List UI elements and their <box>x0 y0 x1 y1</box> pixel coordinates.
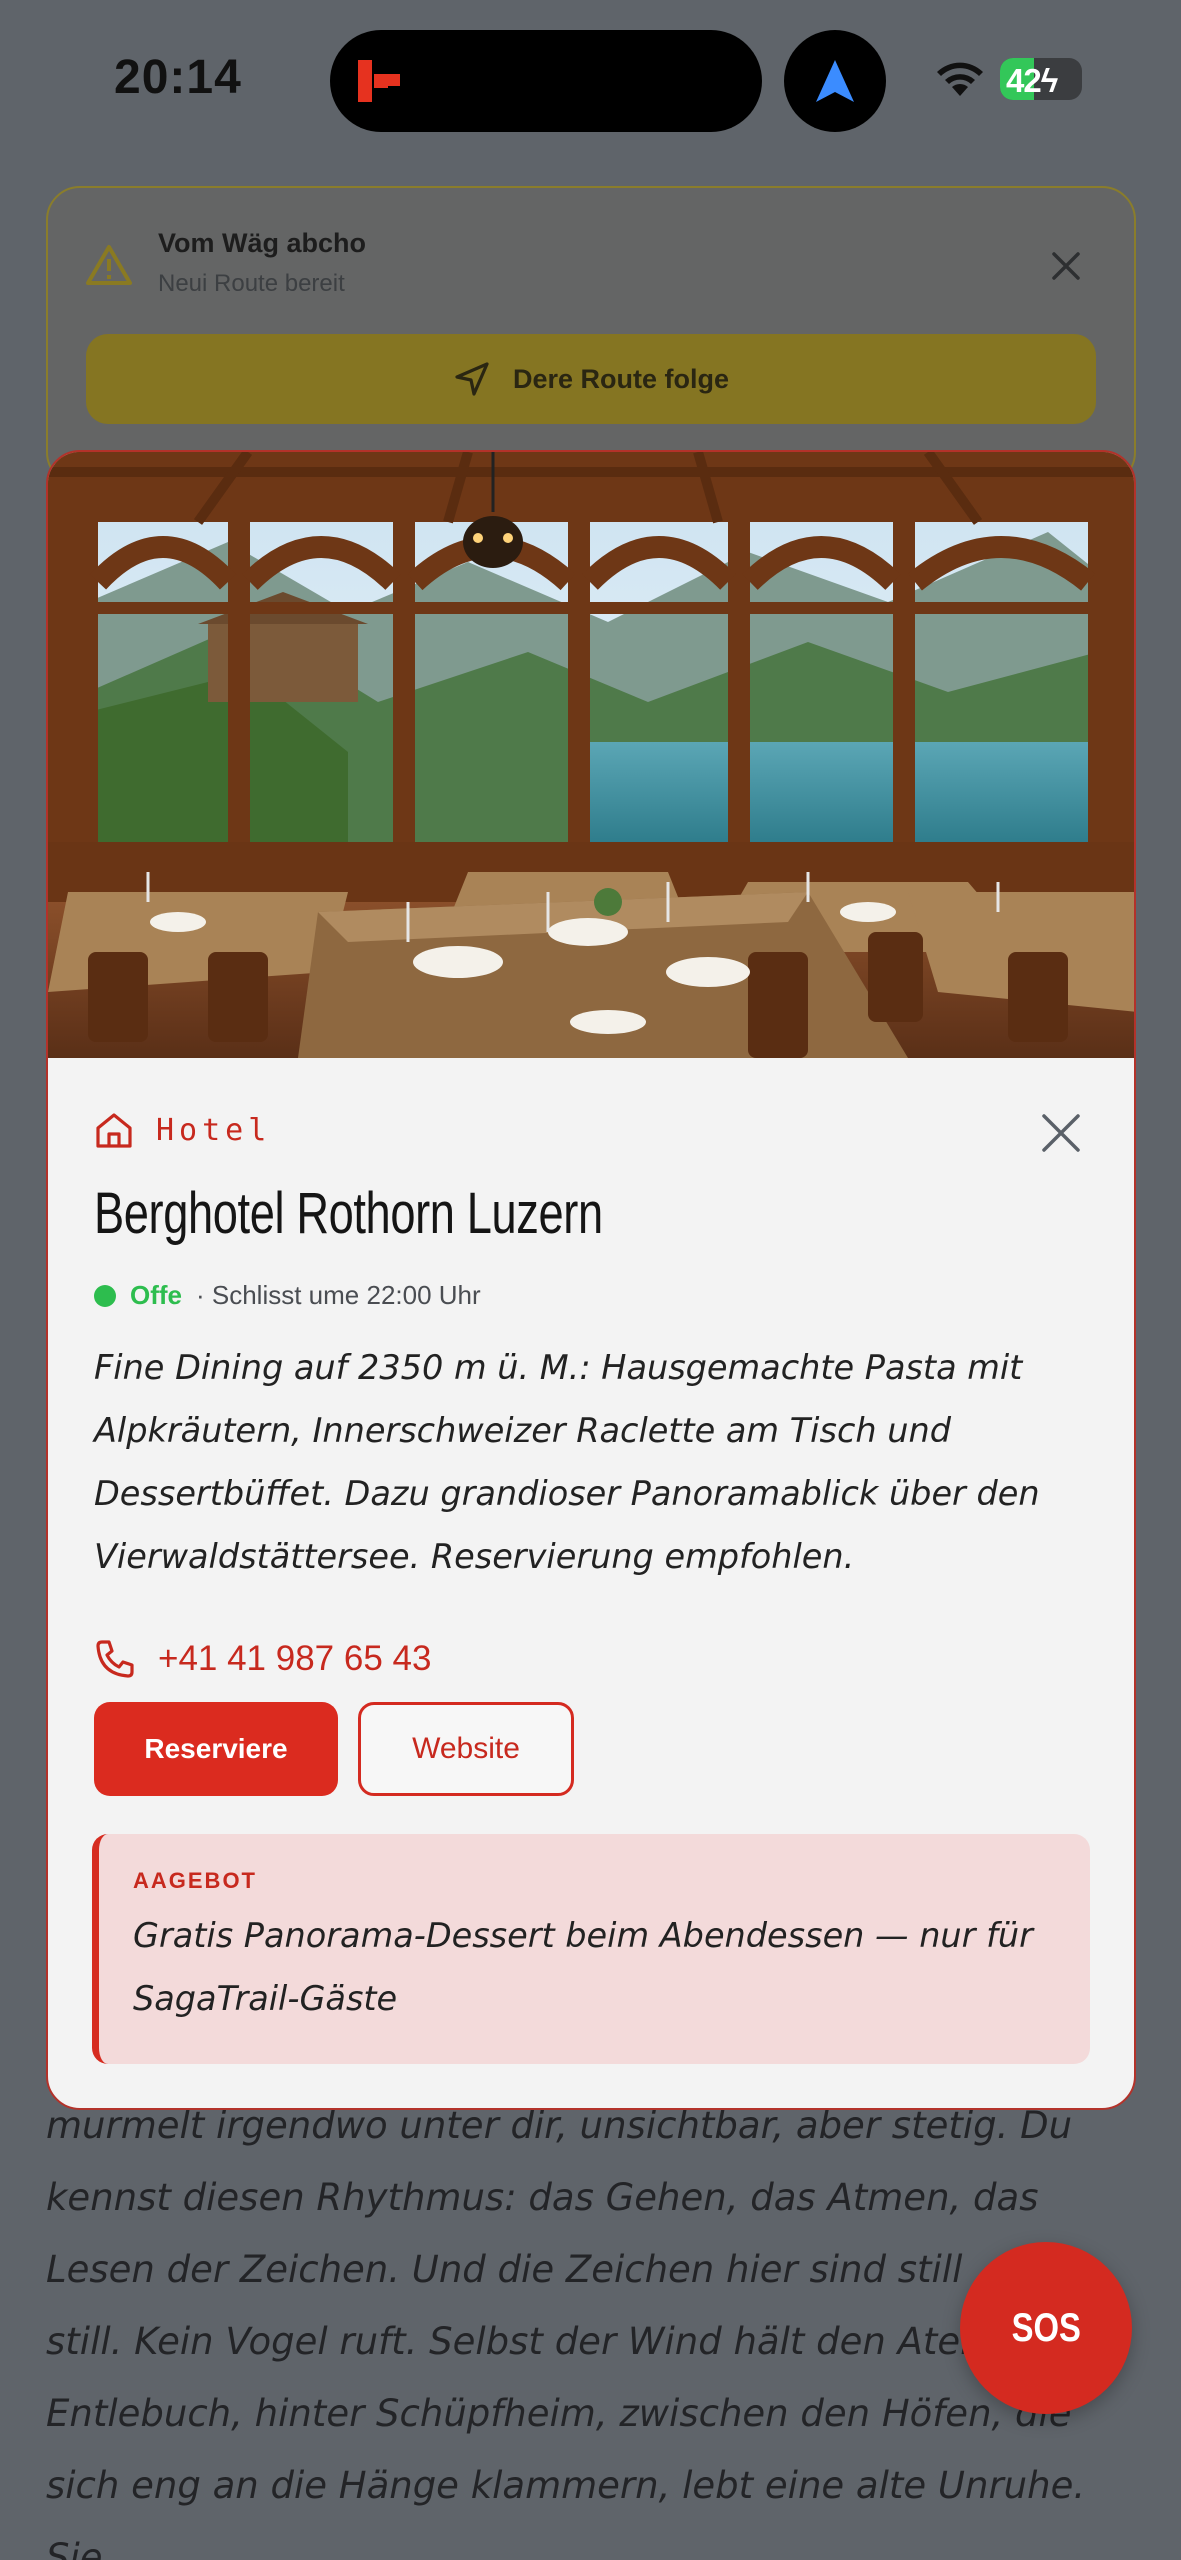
reroute-banner: Vom Wäg abcho Neui Route bereit Dere Rou… <box>46 186 1136 486</box>
restaurant-photo <box>48 452 1134 1058</box>
navigation-arrow-icon <box>816 60 854 102</box>
follow-route-button[interactable]: Dere Route folge <box>86 334 1096 424</box>
offer-box: AAGEBOT Gratis Panorama-Dessert beim Abe… <box>92 1834 1090 2064</box>
status-time: 20:14 <box>114 51 242 104</box>
open-status-label: Offe <box>130 1280 182 1310</box>
closing-time: · Schlisst ume 22:00 Uhr <box>196 1280 481 1310</box>
offer-label: AAGEBOT <box>133 1868 257 1893</box>
place-title: Berghotel Rothorn Luzern <box>94 1181 603 1246</box>
place-detail-card: Hotel Berghotel Rothorn Luzern Offe · Sc… <box>46 450 1136 2110</box>
charging-bolt-icon: ϟ <box>1040 62 1058 99</box>
story-line: sich eng an die Hänge klammern, lebt ein… <box>46 2464 1086 2560</box>
sos-button[interactable]: SOS <box>960 2242 1132 2414</box>
phone-number: +41 41 987 65 43 <box>158 1639 432 1678</box>
navigation-pill[interactable] <box>784 30 886 132</box>
wifi-icon <box>937 62 983 96</box>
story-line: Entlebuch, hinter Schüpfheim, zwischen d… <box>46 2392 1072 2435</box>
sos-label: SOS <box>1011 2305 1081 2350</box>
close-icon[interactable] <box>1048 248 1084 284</box>
follow-route-label: Dere Route folge <box>512 363 730 394</box>
close-icon[interactable] <box>1038 1110 1084 1156</box>
place-description: Fine Dining auf 2350 m ü. M.: Hausgemach… <box>94 1348 1040 1576</box>
phone-link[interactable]: +41 41 987 65 43 <box>94 1638 431 1680</box>
status-bar: 20:14 42ϟ <box>0 0 1181 160</box>
story-line: kennst diesen Rhythmus: das Gehen, das A… <box>46 2176 1039 2219</box>
category-row: Hotel <box>94 1110 271 1150</box>
navigation-icon <box>455 362 489 396</box>
battery-level: 42ϟ <box>1006 62 1058 99</box>
reserve-button[interactable]: Reserviere <box>94 1702 338 1796</box>
open-status-dot <box>94 1284 116 1307</box>
opening-status: Offe · Schlisst ume 22:00 Uhr <box>94 1280 481 1311</box>
battery-indicator: 42ϟ <box>1000 58 1082 100</box>
website-button[interactable]: Website <box>358 1702 574 1796</box>
category-label: Hotel <box>156 1112 272 1148</box>
reroute-subtitle: Neui Route bereit <box>158 270 345 297</box>
app-logo-icon <box>358 60 400 102</box>
phone-icon <box>96 1640 134 1678</box>
dynamic-island[interactable] <box>330 30 762 132</box>
offer-text: Gratis Panorama-Dessert beim Abendessen … <box>133 1916 1033 2018</box>
hotel-icon <box>96 1113 132 1148</box>
warning-icon <box>86 245 132 285</box>
reroute-title: Vom Wäg abcho <box>158 228 367 258</box>
